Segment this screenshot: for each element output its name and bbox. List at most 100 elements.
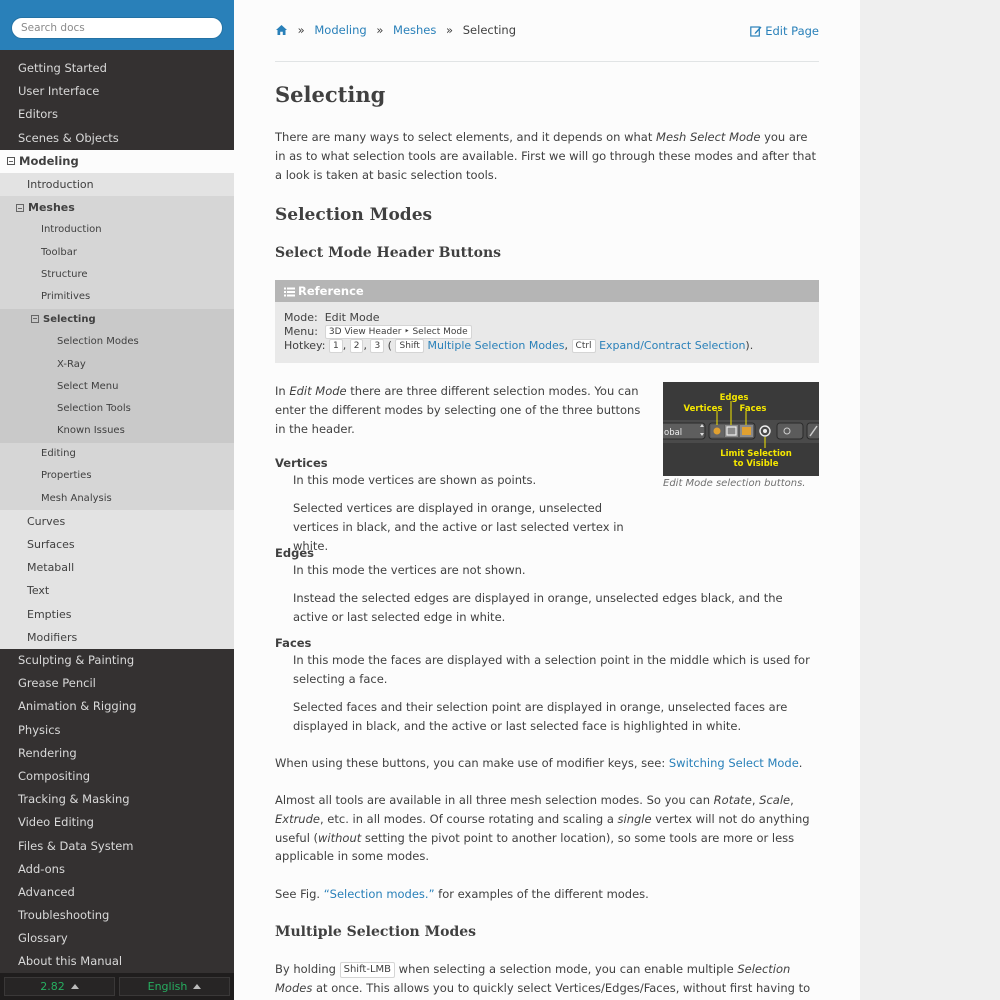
collapse-icon[interactable] <box>7 157 15 166</box>
kbd-key: 3 <box>370 339 385 353</box>
list-icon <box>284 287 295 297</box>
breadcrumb-separator: » <box>297 23 305 37</box>
modifier-keys-paragraph: When using these buttons, you can make u… <box>275 756 803 770</box>
sidebar-item[interactable]: Physics <box>0 719 234 742</box>
language-selector[interactable]: English <box>119 977 230 996</box>
sidebar-item[interactable]: Glossary <box>0 927 234 950</box>
divider <box>275 61 819 62</box>
sidebar-item-label: Meshes <box>28 201 75 215</box>
sidebar-subitem[interactable]: Selection Tools <box>0 398 234 421</box>
sidebar-subitem[interactable]: Structure <box>0 264 234 287</box>
sidebar-subitem[interactable]: Introduction <box>0 172 234 197</box>
sidebar-subitem-selecting[interactable]: Selecting <box>0 308 234 332</box>
breadcrumb-separator: » <box>376 23 384 37</box>
section-heading-selection-modes: Selection Modes <box>275 205 433 225</box>
edit-page-label: Edit Page <box>765 24 819 38</box>
breadcrumb-link-modeling[interactable]: Modeling <box>314 23 366 37</box>
sidebar-item[interactable]: Scenes & Objects <box>0 127 234 150</box>
collapse-icon[interactable] <box>31 314 39 323</box>
sidebar-subitem[interactable]: Modifiers <box>0 625 234 650</box>
breadcrumb-separator: » <box>446 23 454 37</box>
term-edges: Edges <box>275 546 314 560</box>
sidebar-subitem[interactable]: Text <box>0 579 234 603</box>
sidebar-subitem[interactable]: Selection Modes <box>0 331 234 354</box>
sidebar-subitem[interactable]: Curves <box>0 509 234 534</box>
sidebar-item[interactable]: Video Editing <box>0 811 234 834</box>
sidebar-subitem-meshes[interactable]: Meshes <box>0 196 234 220</box>
faces-description-1: In this mode the faces are displayed wit… <box>293 653 810 686</box>
link-expand-contract[interactable]: Expand/Contract Selection <box>599 339 745 352</box>
figure-caption: Edit Mode selection buttons. <box>663 478 806 489</box>
kbd-key: 1 <box>328 339 343 353</box>
sidebar-item[interactable]: Files & Data System <box>0 835 234 858</box>
reference-mode-row: Mode: Edit Mode <box>284 311 380 324</box>
breadcrumb-link-meshes[interactable]: Meshes <box>393 23 436 37</box>
figure-label-faces: Faces <box>740 404 767 414</box>
sidebar-item-label: Selecting <box>43 313 96 325</box>
figure-global-text: obal <box>664 428 682 438</box>
sidebar-item[interactable]: Sculpting & Painting <box>0 649 234 672</box>
sidebar-subitem[interactable]: Editing <box>0 442 234 466</box>
edges-description-2: Instead the selected edges are displayed… <box>293 591 783 624</box>
figure-label-visible: to Visible <box>734 459 779 469</box>
breadcrumb: » Modeling » Meshes » Selecting Edit Pag… <box>275 23 819 43</box>
sidebar-item[interactable]: Animation & Rigging <box>0 695 234 718</box>
sidebar-item[interactable]: Add-ons <box>0 858 234 881</box>
sidebar-subitem[interactable]: Toolbar <box>0 241 234 265</box>
edit-icon <box>750 26 762 37</box>
vertices-description-2: Selected vertices are displayed in orang… <box>293 501 624 553</box>
sidebar-item[interactable]: Advanced <box>0 881 234 904</box>
sidebar-subitem[interactable]: Surfaces <box>0 533 234 557</box>
sidebar-item[interactable]: Getting Started <box>0 57 234 80</box>
collapse-icon[interactable] <box>16 204 24 213</box>
sidebar-item[interactable]: Tracking & Masking <box>0 788 234 811</box>
term-faces: Faces <box>275 636 312 650</box>
version-bar: 2.82 English <box>0 973 234 1000</box>
edit-page-link[interactable]: Edit Page <box>750 24 819 38</box>
edit-mode-paragraph: In Edit Mode there are three different s… <box>275 384 641 436</box>
sidebar-subitem[interactable]: Primitives <box>0 286 234 309</box>
reference-menu-row: Menu: 3D View Header ‣ Select Mode <box>275 325 819 339</box>
sidebar-nav: Getting Started User Interface Editors S… <box>0 50 234 974</box>
home-icon[interactable] <box>275 24 288 39</box>
sidebar: Getting Started User Interface Editors S… <box>0 0 234 1000</box>
figure-selection-buttons: obal Edges Vertices Faces Limit Selectio… <box>663 382 819 476</box>
sidebar-item[interactable]: Grease Pencil <box>0 672 234 695</box>
caret-up-icon <box>193 984 202 989</box>
faces-description-2: Selected faces and their selection point… <box>293 700 788 733</box>
sidebar-subitem[interactable]: Mesh Analysis <box>0 487 234 510</box>
sidebar-item[interactable]: Compositing <box>0 765 234 788</box>
tools-paragraph: Almost all tools are available in all th… <box>275 793 810 864</box>
kbd-key: 2 <box>349 339 364 353</box>
right-margin <box>860 0 1000 1000</box>
sidebar-subitem[interactable]: Introduction <box>0 219 234 242</box>
link-selection-modes-figure[interactable]: “Selection modes.” <box>324 887 435 901</box>
sidebar-subitem[interactable]: Select Menu <box>0 375 234 399</box>
sidebar-subitem[interactable]: Metaball <box>0 556 234 580</box>
sidebar-item[interactable]: Rendering <box>0 742 234 765</box>
sidebar-item[interactable]: User Interface <box>0 80 234 103</box>
multiple-modes-paragraph: By holding Shift-LMB when selecting a se… <box>275 962 811 1000</box>
see-figure-paragraph: See Fig. “Selection modes.” for examples… <box>275 887 649 901</box>
vertices-description-1: In this mode vertices are shown as point… <box>293 473 537 487</box>
search-input[interactable] <box>11 17 223 39</box>
kbd-key: Ctrl <box>571 339 596 353</box>
reference-box: Reference Mode: Edit Mode Menu: 3D View … <box>275 280 819 363</box>
figure-label-edges: Edges <box>720 393 749 403</box>
version-selector[interactable]: 2.82 <box>4 977 115 996</box>
sidebar-subitem[interactable]: Empties <box>0 602 234 626</box>
language-label: English <box>147 980 188 993</box>
link-switching-select-mode[interactable]: Switching Select Mode <box>669 756 799 770</box>
caret-up-icon <box>70 984 79 989</box>
sidebar-item-modeling[interactable]: Modeling <box>0 149 234 173</box>
term-vertices: Vertices <box>275 456 328 470</box>
sidebar-item[interactable]: About this Manual <box>0 950 234 973</box>
sidebar-subitem[interactable]: Properties <box>0 465 234 488</box>
sidebar-subitem[interactable]: X-Ray <box>0 353 234 376</box>
link-multiple-selection-modes[interactable]: Multiple Selection Modes <box>427 339 564 352</box>
sidebar-subitem[interactable]: Known Issues <box>0 420 234 443</box>
sidebar-item[interactable]: Troubleshooting <box>0 904 234 927</box>
sidebar-item[interactable]: Editors <box>0 103 234 126</box>
kbd-key: Shift-LMB <box>339 962 396 978</box>
reference-title: Reference <box>275 280 819 302</box>
